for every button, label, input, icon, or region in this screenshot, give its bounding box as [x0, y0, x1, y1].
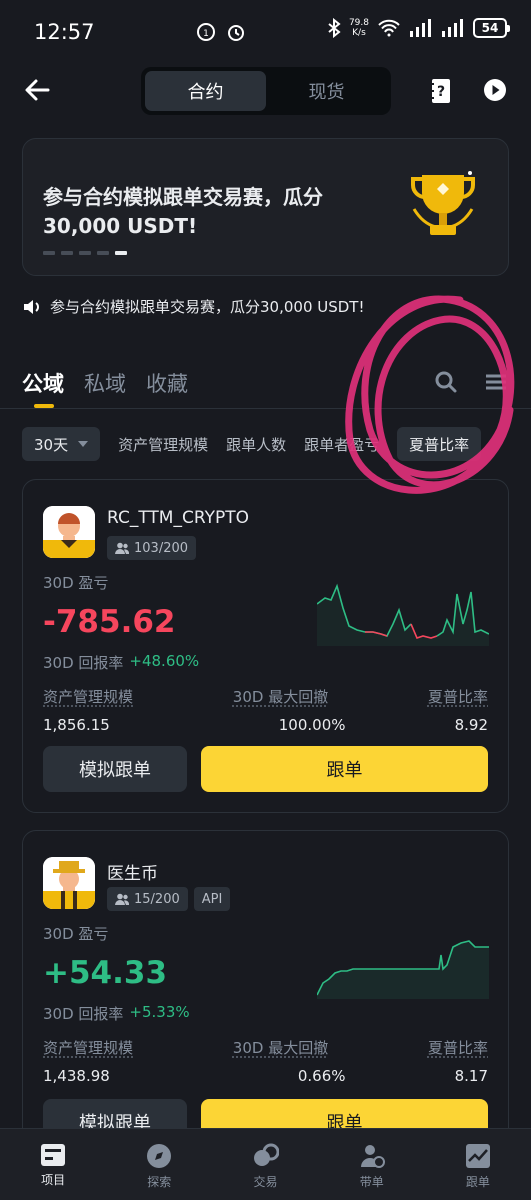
- pnl-label: 30D 盈亏: [43, 574, 109, 592]
- battery-indicator: 54: [473, 18, 510, 38]
- mock-copy-button[interactable]: 模拟跟单: [43, 746, 187, 792]
- vpn-icon: 1: [197, 23, 215, 41]
- svg-text:1: 1: [203, 29, 209, 39]
- lead-trader-icon: [360, 1145, 385, 1168]
- users-icon: [115, 542, 129, 554]
- api-badge: API: [193, 887, 231, 911]
- tab-spot[interactable]: 现货: [266, 71, 387, 111]
- back-arrow-icon[interactable]: [24, 78, 50, 102]
- trader-card[interactable]: 医生币 15/200 API 30D 盈亏 +54.33 30D 回报率 +5.…: [22, 830, 509, 1160]
- market-switch: 合约 现货: [141, 67, 391, 115]
- nav-explore[interactable]: 探索: [106, 1129, 212, 1200]
- tab-futures[interactable]: 合约: [145, 71, 266, 111]
- aum-label[interactable]: 资产管理规模: [43, 686, 133, 707]
- avatar: [43, 506, 95, 558]
- stats-values: 1,438.98 0.66% 8.17: [43, 1067, 488, 1085]
- svg-text:?: ?: [437, 84, 445, 100]
- carousel-dots: [43, 251, 127, 255]
- caret-down-icon: [78, 441, 89, 447]
- sharpe-label[interactable]: 夏普比率: [428, 686, 488, 707]
- top-bar: 合约 现货 ?: [0, 62, 531, 122]
- mdd-value: 0.66%: [297, 1067, 346, 1085]
- mdd-label[interactable]: 30D 最大回撤: [233, 1037, 328, 1058]
- aum-value: 1,438.98: [43, 1067, 110, 1085]
- period-select[interactable]: 30天: [22, 427, 101, 461]
- roi-label: 30D 回报率: [43, 654, 124, 672]
- bottom-nav: 项目 探索 交易 带单 跟单: [0, 1128, 531, 1200]
- tab-public[interactable]: 公域: [22, 368, 64, 408]
- roi-value: +48.60%: [129, 652, 200, 670]
- play-circle-icon[interactable]: [483, 78, 507, 102]
- alarm-icon: [228, 25, 244, 41]
- avatar: [43, 857, 95, 909]
- trader-card[interactable]: RC_TTM_CRYPTO 103/200 30D 盈亏 -785.62 30D…: [22, 479, 509, 813]
- roi-label: 30D 回报率: [43, 1005, 124, 1023]
- pnl-label: 30D 盈亏: [43, 925, 109, 943]
- stats-values: 1,856.15 100.00% 8.92: [43, 716, 488, 734]
- nav-projects[interactable]: 项目: [0, 1129, 106, 1200]
- trader-name[interactable]: RC_TTM_CRYPTO: [107, 508, 249, 528]
- announcement-text: 参与合约模拟跟单交易赛，瓜分30,000 USDT!: [50, 298, 365, 316]
- mdd-label[interactable]: 30D 最大回撤: [233, 686, 328, 707]
- sort-aum[interactable]: 资产管理规模: [118, 434, 208, 455]
- signal-icon: [410, 19, 431, 37]
- visibility-tabs: 公域 私域 收藏: [22, 368, 188, 408]
- pnl-sparkline: [317, 583, 489, 646]
- trophy-icon: [411, 171, 475, 235]
- list-card-icon: [41, 1144, 66, 1166]
- nav-copy[interactable]: 跟单: [425, 1129, 531, 1200]
- sort-followers[interactable]: 跟单人数: [226, 434, 286, 455]
- stats-labels: 资产管理规模 30D 最大回撤 夏普比率: [43, 1037, 488, 1058]
- followers-badge: 103/200: [107, 536, 197, 560]
- status-bar: 12:57 1 79.8 K/s 54: [0, 0, 531, 62]
- compass-icon: [147, 1144, 172, 1168]
- aum-label[interactable]: 资产管理规模: [43, 1037, 133, 1058]
- announcement[interactable]: 参与合约模拟跟单交易赛，瓜分30,000 USDT!: [22, 296, 364, 317]
- roi-value: +5.33%: [129, 1003, 190, 1021]
- promo-banner[interactable]: 参与合约模拟跟单交易赛，瓜分30,000 USDT!: [22, 138, 509, 276]
- tab-favorites[interactable]: 收藏: [146, 368, 188, 398]
- stats-labels: 资产管理规模 30D 最大回撤 夏普比率: [43, 686, 488, 707]
- chart-card-icon: [465, 1144, 490, 1168]
- sharpe-value: 8.17: [454, 1067, 488, 1085]
- scribble-annotation: [345, 295, 515, 494]
- wifi-icon: [378, 19, 400, 37]
- pnl-value: -785.62: [43, 604, 176, 640]
- users-icon: [115, 893, 129, 905]
- sharpe-value: 8.92: [454, 716, 488, 734]
- speaker-icon: [24, 299, 39, 314]
- network-speed: 79.8 K/s: [348, 18, 369, 38]
- bluetooth-icon: [328, 18, 341, 38]
- trader-name[interactable]: 医生币: [107, 859, 158, 884]
- banner-title: 参与合约模拟跟单交易赛，瓜分30,000 USDT!: [43, 185, 323, 238]
- pnl-value: +54.33: [43, 955, 168, 991]
- sharpe-label[interactable]: 夏普比率: [428, 1037, 488, 1058]
- aum-value: 1,856.15: [43, 716, 110, 734]
- signal-icon-2: [442, 19, 463, 37]
- nav-trade[interactable]: 交易: [212, 1129, 318, 1200]
- pnl-sparkline: [317, 940, 489, 999]
- clock: 12:57: [34, 20, 95, 44]
- nav-lead[interactable]: 带单: [319, 1129, 425, 1200]
- mdd-value: 100.00%: [278, 716, 346, 734]
- help-book-icon[interactable]: ?: [430, 78, 452, 104]
- tab-private[interactable]: 私域: [84, 368, 126, 398]
- followers-badge: 15/200: [107, 887, 188, 911]
- coins-icon: [253, 1143, 279, 1166]
- copy-button[interactable]: 跟单: [201, 746, 488, 792]
